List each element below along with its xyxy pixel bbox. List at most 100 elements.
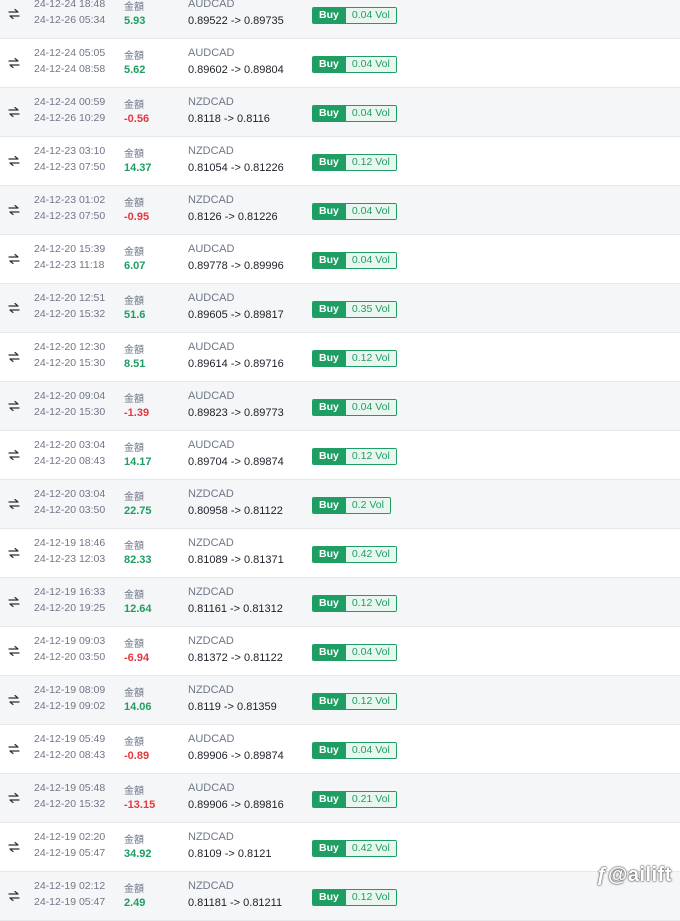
side-volume-badge: Buy 0.04 Vol: [312, 252, 397, 269]
side-volume-badge: Buy 0.04 Vol: [312, 742, 397, 759]
trade-row[interactable]: 24-12-19 08:09 24-12-19 09:02 金額 14.06 N…: [0, 676, 680, 725]
side-volume-badge: Buy 0.04 Vol: [312, 203, 397, 220]
close-time: 24-12-26 05:34: [34, 14, 106, 26]
side-label: Buy: [313, 57, 346, 72]
side-volume-badge: Buy 0.04 Vol: [312, 105, 397, 122]
amount-label: 金額: [124, 198, 144, 209]
side-volume-badge: Buy 0.04 Vol: [312, 399, 397, 416]
symbol: NZDCAD: [188, 145, 234, 157]
side-label: Buy: [313, 106, 346, 121]
open-time: 24-12-24 00:59: [34, 96, 106, 108]
swap-arrows-icon: [8, 595, 20, 608]
trade-row[interactable]: 24-12-20 12:51 24-12-20 15:32 金額 51.6 AU…: [0, 284, 680, 333]
side-label: Buy: [313, 547, 346, 562]
profit-amount: 12.64: [124, 603, 152, 615]
trade-row[interactable]: 24-12-19 02:20 24-12-19 05:47 金額 34.92 N…: [0, 823, 680, 872]
profit-amount: 22.75: [124, 505, 152, 517]
trade-row[interactable]: 24-12-24 18:48 24-12-26 05:34 金額 5.93 AU…: [0, 0, 680, 39]
open-time: 24-12-20 03:04: [34, 488, 106, 500]
side-label: Buy: [313, 155, 346, 170]
price-range: 0.81181 -> 0.81211: [188, 897, 283, 909]
trade-history-list: 24-12-24 18:48 24-12-26 05:34 金額 5.93 AU…: [0, 0, 680, 921]
swap-arrows-icon: [8, 840, 20, 853]
trade-row[interactable]: 24-12-19 05:49 24-12-20 08:43 金額 -0.89 A…: [0, 725, 680, 774]
amount-label: 金額: [124, 835, 144, 846]
volume-label: 0.04 Vol: [345, 8, 396, 23]
side-label: Buy: [313, 694, 346, 709]
swap-arrows-icon: [8, 399, 20, 412]
profit-amount: 5.62: [124, 64, 146, 76]
trade-row[interactable]: 24-12-19 18:46 24-12-23 12:03 金額 82.33 N…: [0, 529, 680, 578]
profit-amount: -0.95: [124, 211, 150, 223]
trade-row[interactable]: 24-12-24 05:05 24-12-24 08:58 金額 5.62 AU…: [0, 39, 680, 88]
trade-row[interactable]: 24-12-19 05:48 24-12-20 15:32 金額 -13.15 …: [0, 774, 680, 823]
trade-row[interactable]: 24-12-19 02:12 24-12-19 05:47 金額 2.49 NZ…: [0, 872, 680, 921]
symbol: NZDCAD: [188, 96, 234, 108]
price-range: 0.89906 -> 0.89874: [188, 750, 284, 762]
profit-amount: 82.33: [124, 554, 152, 566]
swap-arrows-icon: [8, 693, 20, 706]
close-time: 24-12-23 12:03: [34, 553, 106, 565]
price-range: 0.8118 -> 0.8116: [188, 113, 270, 125]
close-time: 24-12-23 07:50: [34, 161, 106, 173]
symbol: AUDCAD: [188, 292, 235, 304]
swap-arrows-icon: [8, 742, 20, 755]
open-time: 24-12-20 03:04: [34, 439, 106, 451]
trade-row[interactable]: 24-12-23 03:10 24-12-23 07:50 金額 14.37 N…: [0, 137, 680, 186]
swap-arrows-icon: [8, 203, 20, 216]
profit-amount: 14.06: [124, 701, 152, 713]
side-volume-badge: Buy 0.12 Vol: [312, 595, 397, 612]
symbol: NZDCAD: [188, 684, 234, 696]
volume-label: 0.12 Vol: [345, 155, 396, 170]
profit-amount: -6.94: [124, 652, 150, 664]
trade-row[interactable]: 24-12-20 15:39 24-12-23 11:18 金額 6.07 AU…: [0, 235, 680, 284]
side-volume-badge: Buy 0.12 Vol: [312, 350, 397, 367]
amount-label: 金額: [124, 394, 144, 405]
amount-label: 金額: [124, 590, 144, 601]
trade-row[interactable]: 24-12-20 12:30 24-12-20 15:30 金額 8.51 AU…: [0, 333, 680, 382]
watermark-logo-icon: ƒ: [596, 864, 608, 886]
trade-row[interactable]: 24-12-20 09:04 24-12-20 15:30 金額 -1.39 A…: [0, 382, 680, 431]
symbol: AUDCAD: [188, 733, 235, 745]
trade-row[interactable]: 24-12-20 03:04 24-12-20 03:50 金額 22.75 N…: [0, 480, 680, 529]
amount-label: 金額: [124, 737, 144, 748]
close-time: 24-12-23 07:50: [34, 210, 106, 222]
profit-amount: 6.07: [124, 260, 146, 272]
amount-label: 金額: [124, 149, 144, 160]
open-time: 24-12-24 05:05: [34, 47, 106, 59]
price-range: 0.89614 -> 0.89716: [188, 358, 284, 370]
volume-label: 0.12 Vol: [345, 596, 396, 611]
close-time: 24-12-20 08:43: [34, 749, 106, 761]
volume-label: 0.2 Vol: [345, 498, 390, 513]
trade-row[interactable]: 24-12-24 00:59 24-12-26 10:29 金額 -0.56 N…: [0, 88, 680, 137]
price-range: 0.8119 -> 0.81359: [188, 701, 277, 713]
trade-row[interactable]: 24-12-23 01:02 24-12-23 07:50 金額 -0.95 N…: [0, 186, 680, 235]
swap-arrows-icon: [8, 7, 20, 20]
side-volume-badge: Buy 0.21 Vol: [312, 791, 397, 808]
amount-label: 金額: [124, 688, 144, 699]
trade-row[interactable]: 24-12-20 03:04 24-12-20 08:43 金額 14.17 A…: [0, 431, 680, 480]
side-label: Buy: [313, 400, 346, 415]
amount-label: 金額: [124, 541, 144, 552]
symbol: NZDCAD: [188, 831, 234, 843]
symbol: AUDCAD: [188, 0, 235, 10]
close-time: 24-12-26 10:29: [34, 112, 106, 124]
price-range: 0.89906 -> 0.89816: [188, 799, 284, 811]
close-time: 24-12-20 15:30: [34, 357, 106, 369]
open-time: 24-12-23 03:10: [34, 145, 106, 157]
side-label: Buy: [313, 449, 346, 464]
trade-row[interactable]: 24-12-19 16:33 24-12-20 19:25 金額 12.64 N…: [0, 578, 680, 627]
trade-row[interactable]: 24-12-19 09:03 24-12-20 03:50 金額 -6.94 N…: [0, 627, 680, 676]
profit-amount: 14.17: [124, 456, 152, 468]
side-label: Buy: [313, 8, 346, 23]
volume-label: 0.04 Vol: [345, 400, 396, 415]
profit-amount: -0.89: [124, 750, 150, 762]
side-label: Buy: [313, 498, 346, 513]
amount-label: 金額: [124, 51, 144, 62]
volume-label: 0.21 Vol: [345, 792, 396, 807]
swap-arrows-icon: [8, 546, 20, 559]
open-time: 24-12-20 12:51: [34, 292, 106, 304]
volume-label: 0.12 Vol: [345, 449, 396, 464]
amount-label: 金額: [124, 247, 144, 258]
amount-label: 金額: [124, 296, 144, 307]
